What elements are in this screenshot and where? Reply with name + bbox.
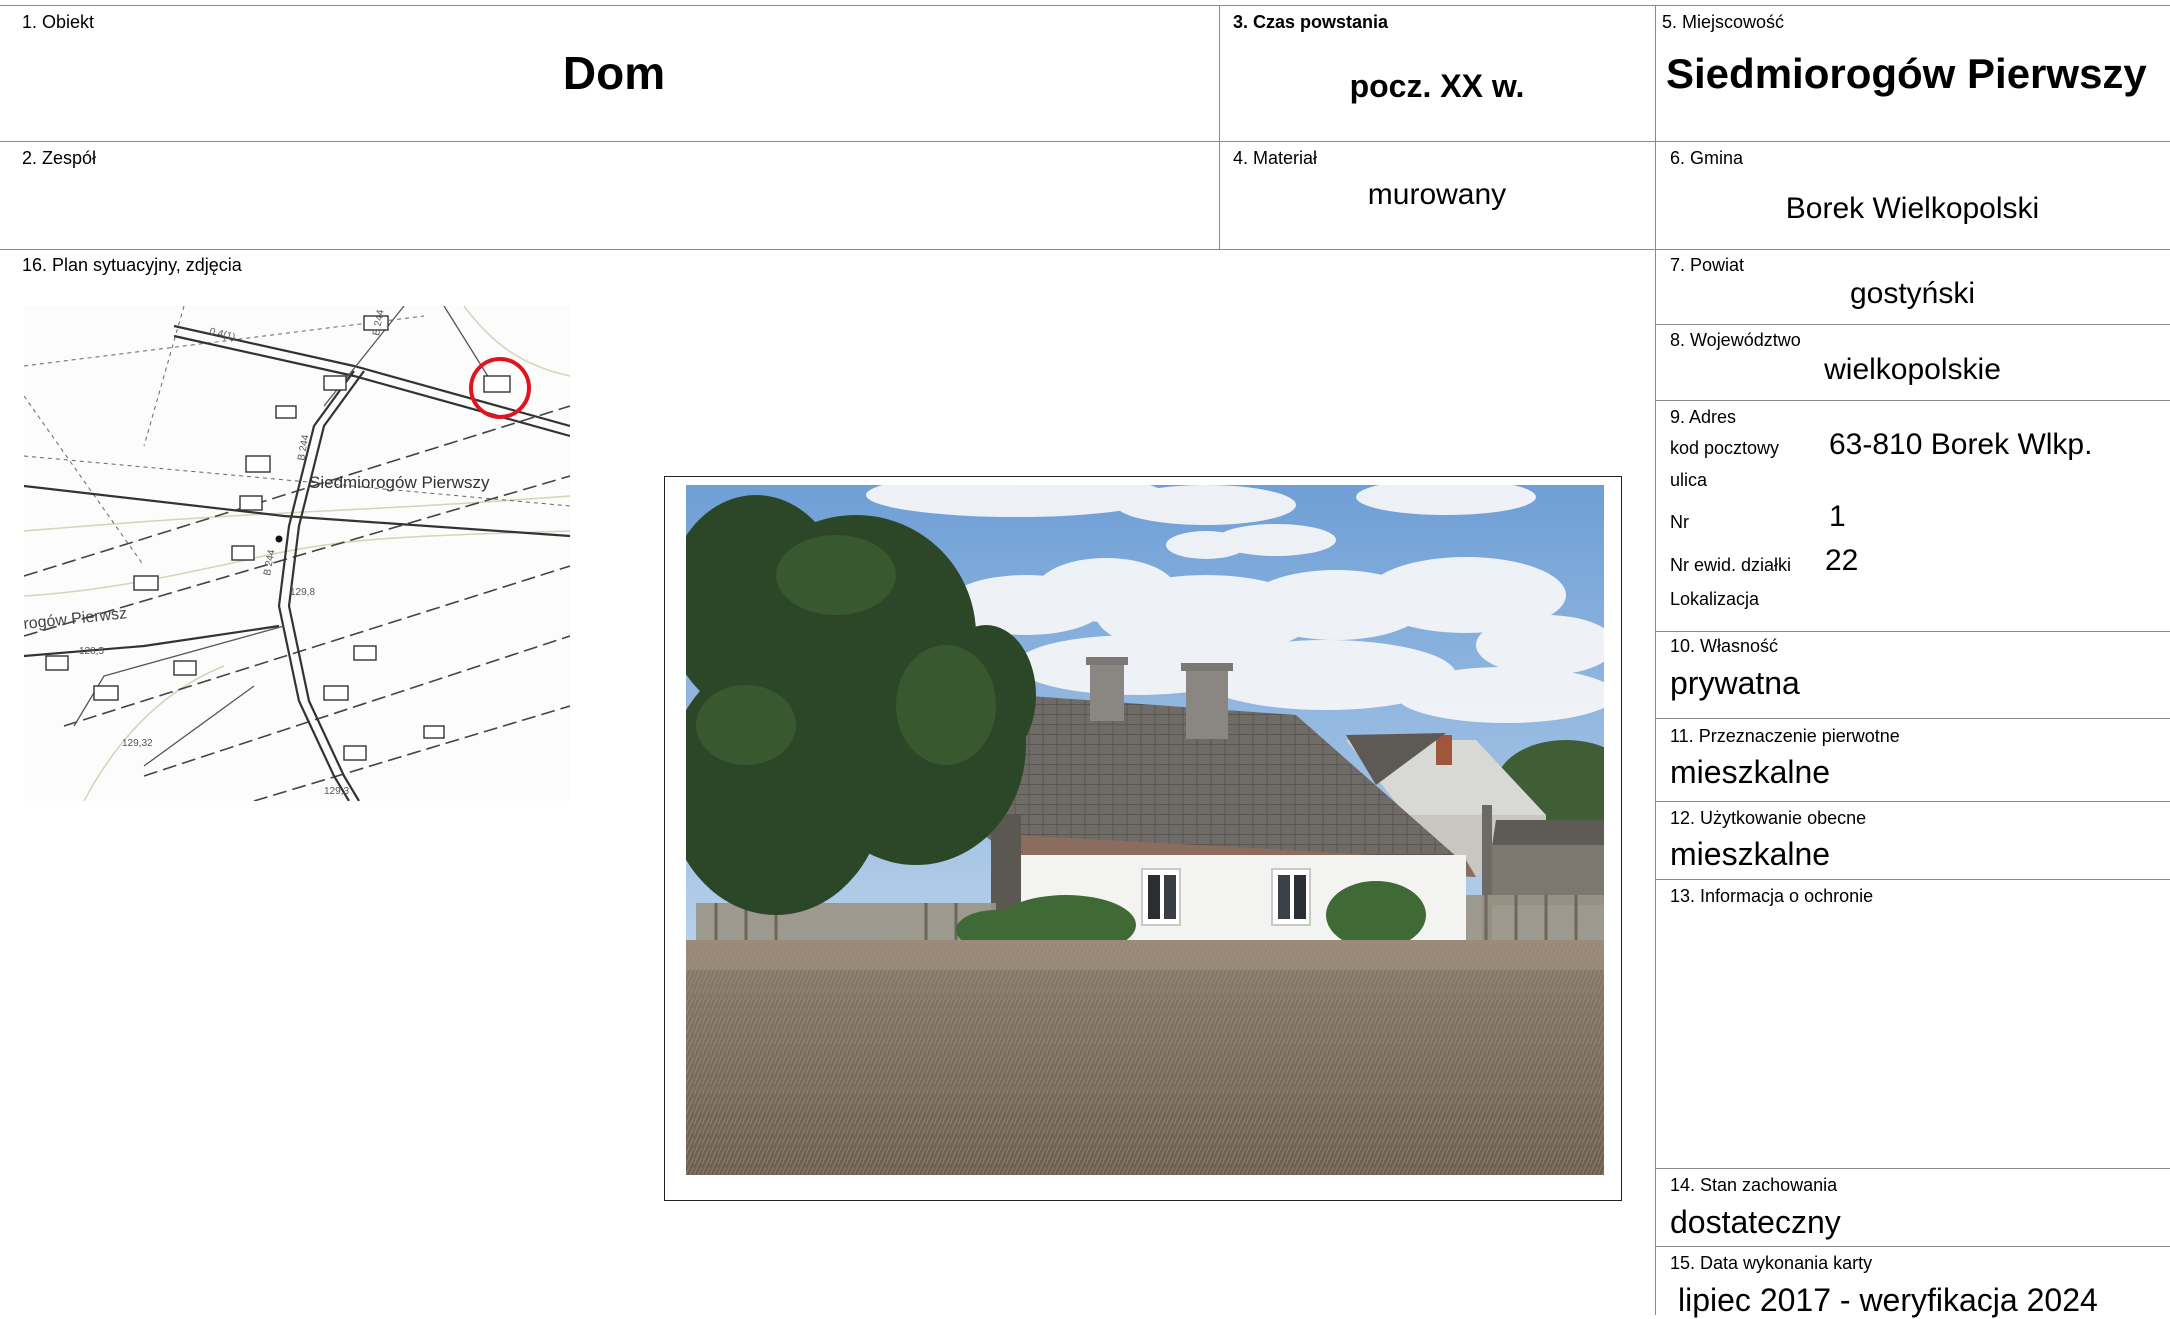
map-elev-1: 129,8	[290, 587, 315, 598]
wlasnosc-label: 10. Własność	[1670, 636, 1779, 656]
powiat-label: 7. Powiat	[1670, 255, 1745, 275]
wlasnosc-bottom	[1655, 718, 2170, 719]
obiekt-label: 1. Obiekt	[22, 12, 95, 32]
house-photo	[686, 485, 1604, 1175]
przeznaczenie-value: mieszkalne	[1670, 754, 1831, 790]
powiat-value: gostyński	[1849, 277, 1976, 310]
stan-label: 14. Stan zachowania	[1670, 1175, 1838, 1195]
ochrona-label: 13. Informacja o ochronie	[1670, 886, 1874, 906]
woj-bottom	[1655, 400, 2170, 401]
row1-bottom	[0, 141, 2170, 142]
photo-frame	[664, 476, 1622, 1201]
col-divider-1	[1219, 5, 1220, 249]
wojewodztwo-value: wielkopolskie	[1824, 353, 2001, 386]
nr-label: Nr	[1670, 512, 1689, 532]
kod-label: kod pocztowy	[1670, 438, 1780, 458]
plan-label: 16. Plan sytuacyjny, zdjęcia	[22, 255, 242, 275]
map-elev-3: 129,32	[122, 738, 153, 749]
wlasnosc-value: prywatna	[1670, 665, 1800, 701]
powiat-bottom	[1655, 324, 2170, 325]
map-elev-2: 128,5	[79, 646, 104, 657]
uzytkowanie-label: 12. Użytkowanie obecne	[1670, 808, 1867, 828]
dzialka-value: 22	[1825, 544, 1859, 577]
adres-bottom	[1655, 631, 2170, 632]
uzytkowanie-value: mieszkalne	[1670, 836, 1831, 872]
material-label: 4. Materiał	[1233, 148, 1318, 168]
ochrona-bottom	[1655, 1168, 2170, 1169]
stan-bottom	[1655, 1246, 2170, 1247]
czas-value: pocz. XX w.	[1349, 68, 1525, 104]
data-label: 15. Data wykonania karty	[1670, 1253, 1873, 1273]
nr-value: 1	[1829, 500, 1846, 533]
gmina-value: Borek Wielkopolski	[1785, 192, 2040, 225]
kod-value: 63-810 Borek Wlkp.	[1829, 428, 2093, 461]
miejscowosc-label: 5. Miejscowość	[1662, 12, 1785, 32]
situational-map: Siedmiorogów Pierwszy rogów Pierwsz 0 4(…	[23, 305, 571, 802]
ulica-label: ulica	[1670, 470, 1708, 490]
przezn-bottom	[1655, 801, 2170, 802]
zespol-label: 2. Zespół	[22, 148, 97, 168]
przeznaczenie-label: 11. Przeznaczenie pierwotne	[1670, 726, 1900, 746]
miejscowosc-value: Siedmiorogów Pierwszy	[1666, 50, 2147, 97]
data-value: lipiec 2017 - weryfikacja 2024	[1678, 1282, 2098, 1318]
adres-label: 9. Adres	[1670, 407, 1737, 427]
dzialka-label: Nr ewid. działki	[1670, 555, 1792, 575]
czas-label: 3. Czas powstania	[1233, 12, 1389, 32]
lokalizacja-label: Lokalizacja	[1670, 589, 1760, 609]
gmina-label: 6. Gmina	[1670, 148, 1744, 168]
uzytk-bottom	[1655, 879, 2170, 880]
row2-bottom	[0, 249, 2170, 250]
top-border	[0, 5, 2170, 6]
map-elev-4: 129,3	[324, 786, 349, 797]
map-place-label: Siedmiorogów Pierwszy	[309, 473, 490, 492]
wojewodztwo-label: 8. Województwo	[1670, 330, 1801, 350]
stan-value: dostateczny	[1670, 1204, 1841, 1240]
obiekt-value: Dom	[562, 47, 666, 99]
material-value: murowany	[1367, 178, 1507, 211]
